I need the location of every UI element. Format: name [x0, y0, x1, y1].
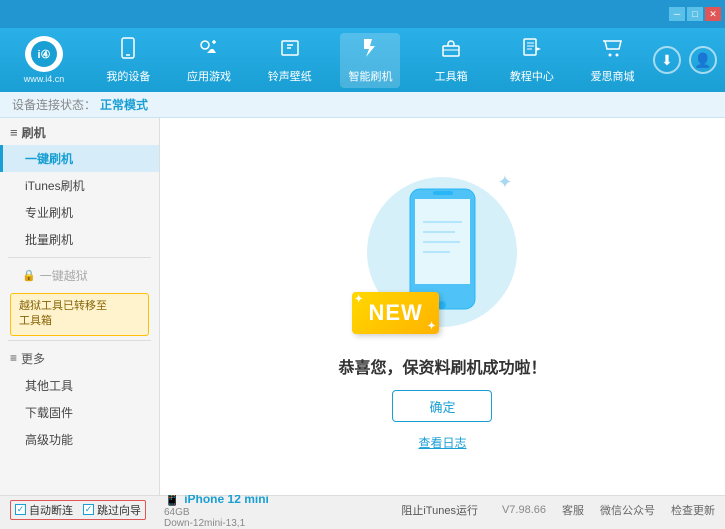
- sidebar-item-itunes[interactable]: iTunes刷机: [0, 172, 159, 199]
- status-value: 正常模式: [100, 96, 148, 113]
- nav-apps-label: 应用游戏: [187, 68, 231, 84]
- celebration-area: ✦ NEW 恭喜您，保资料刷机成功啦！: [338, 162, 546, 451]
- nav-tutorial-label: 教程中心: [510, 68, 554, 84]
- logo[interactable]: i④ www.i4.cn: [8, 36, 80, 84]
- advanced-label: 高级功能: [25, 433, 73, 447]
- nav-flash-label: 智能刷机: [348, 68, 392, 84]
- top-nav: i④ www.i4.cn 我的设备 应用游戏 铃声壁纸: [0, 28, 725, 92]
- toolbox-icon: [440, 37, 462, 65]
- nav-shop-label: 爱思商城: [591, 68, 635, 84]
- auto-disconnect-checkbox[interactable]: [15, 504, 26, 515]
- update-link[interactable]: 检查更新: [671, 502, 715, 518]
- sidebar-notice: 越狱工具已转移至工具箱: [10, 293, 149, 336]
- itunes-button[interactable]: 阻止iTunes运行: [393, 502, 486, 518]
- sidebar-onekey-label: 一键刷机: [25, 152, 73, 166]
- status-bar: 设备连接状态： 正常模式: [0, 92, 725, 118]
- jailbreak-label: 一键越狱: [40, 267, 88, 284]
- nav-toolbox-label: 工具箱: [435, 68, 468, 84]
- sidebar-divider-1: [8, 257, 151, 258]
- minimize-button[interactable]: ─: [669, 7, 685, 21]
- title-bar: ─ □ ✕: [0, 0, 725, 28]
- sidebar-item-advanced[interactable]: 高级功能: [0, 426, 159, 453]
- content-area: ✦ NEW 恭喜您，保资料刷机成功啦！: [160, 118, 725, 495]
- more-section-icon: ≡: [10, 351, 17, 365]
- sidebar-pro-label: 专业刷机: [25, 206, 73, 220]
- shop-icon: [602, 37, 624, 65]
- sidebar-divider-2: [8, 340, 151, 341]
- bottom-right: 阻止iTunes运行 V7.98.66 客服 微信公众号 检查更新: [393, 502, 715, 518]
- flash-section-icon: ≡: [10, 125, 18, 140]
- ringtone-icon: [279, 37, 301, 65]
- sidebar-batch-label: 批量刷机: [25, 233, 73, 247]
- checkbox-skip-wizard[interactable]: 跳过向导: [83, 502, 141, 518]
- nav-right-controls: ⬇ 👤: [653, 46, 717, 74]
- logo-icon: i④: [25, 36, 63, 72]
- sidebar: ≡ 刷机 一键刷机 iTunes刷机 专业刷机 批量刷机 🔒 一键越狱 越狱工具…: [0, 118, 160, 495]
- maximize-button[interactable]: □: [687, 7, 703, 21]
- checkbox-auto-disconnect[interactable]: 自动断连: [15, 502, 73, 518]
- nav-tutorial[interactable]: 教程中心: [502, 33, 562, 88]
- tutorial-icon: [521, 37, 543, 65]
- nav-shop[interactable]: 爱思商城: [583, 33, 643, 88]
- auto-disconnect-label: 自动断连: [29, 502, 73, 518]
- more-label: 更多: [21, 350, 45, 367]
- nav-my-device-label: 我的设备: [106, 68, 150, 84]
- nav-ringtone[interactable]: 铃声壁纸: [260, 33, 320, 88]
- sidebar-flash-label: 刷机: [22, 124, 46, 141]
- nav-ringtone-label: 铃声壁纸: [268, 68, 312, 84]
- bottom-bar: 自动断连 跳过向导 📱 iPhone 12 mini 64GB Down-12m…: [0, 495, 725, 523]
- checkbox-area: 自动断连 跳过向导: [10, 500, 146, 520]
- version-text: V7.98.66: [502, 504, 546, 516]
- nav-items: 我的设备 应用游戏 铃声壁纸 智能刷机 工具箱: [88, 33, 653, 88]
- sidebar-item-pro[interactable]: 专业刷机: [0, 199, 159, 226]
- phone-illustration: ✦ NEW: [362, 162, 522, 342]
- sparkle-icon: ✦: [497, 172, 512, 193]
- window-controls[interactable]: ─ □ ✕: [669, 7, 721, 21]
- main-layout: ≡ 刷机 一键刷机 iTunes刷机 专业刷机 批量刷机 🔒 一键越狱 越狱工具…: [0, 118, 725, 495]
- confirm-button[interactable]: 确定: [392, 390, 492, 422]
- sidebar-section-more: ≡ 更多: [0, 345, 159, 372]
- device-storage: 64GB: [164, 507, 269, 518]
- device-model: Down-12mini-13,1: [164, 518, 269, 529]
- sidebar-section-jailbreak: 🔒 一键越狱: [0, 262, 159, 289]
- sidebar-item-batch[interactable]: 批量刷机: [0, 226, 159, 253]
- sidebar-itunes-label: iTunes刷机: [25, 179, 85, 193]
- close-button[interactable]: ✕: [705, 7, 721, 21]
- skip-wizard-label: 跳过向导: [97, 502, 141, 518]
- nav-toolbox[interactable]: 工具箱: [421, 33, 481, 88]
- sidebar-item-tools[interactable]: 其他工具: [0, 372, 159, 399]
- svg-text:i④: i④: [38, 49, 51, 61]
- tools-label: 其他工具: [25, 379, 73, 393]
- download-button[interactable]: ⬇: [653, 46, 681, 74]
- sidebar-item-firmware[interactable]: 下载固件: [0, 399, 159, 426]
- user-button[interactable]: 👤: [689, 46, 717, 74]
- flash-icon: [359, 37, 381, 65]
- itunes-label: 阻止iTunes运行: [401, 502, 478, 518]
- notice-text: 越狱工具已转移至工具箱: [19, 300, 107, 327]
- wechat-link[interactable]: 微信公众号: [600, 502, 655, 518]
- nav-flash[interactable]: 智能刷机: [340, 33, 400, 88]
- new-badge: NEW: [352, 292, 438, 334]
- success-text: 恭喜您，保资料刷机成功啦！: [338, 354, 546, 378]
- support-link[interactable]: 客服: [562, 502, 584, 518]
- daily-link[interactable]: 查看日志: [418, 434, 466, 451]
- status-label: 设备连接状态：: [12, 96, 96, 113]
- skip-wizard-checkbox[interactable]: [83, 504, 94, 515]
- nav-my-device[interactable]: 我的设备: [98, 33, 158, 88]
- phone-icon: [117, 37, 139, 65]
- logo-url: www.i4.cn: [24, 74, 65, 84]
- firmware-label: 下载固件: [25, 406, 73, 420]
- nav-apps[interactable]: 应用游戏: [179, 33, 239, 88]
- sidebar-section-flash: ≡ 刷机: [0, 118, 159, 145]
- apps-icon: [198, 37, 220, 65]
- sidebar-item-onekey[interactable]: 一键刷机: [0, 145, 159, 172]
